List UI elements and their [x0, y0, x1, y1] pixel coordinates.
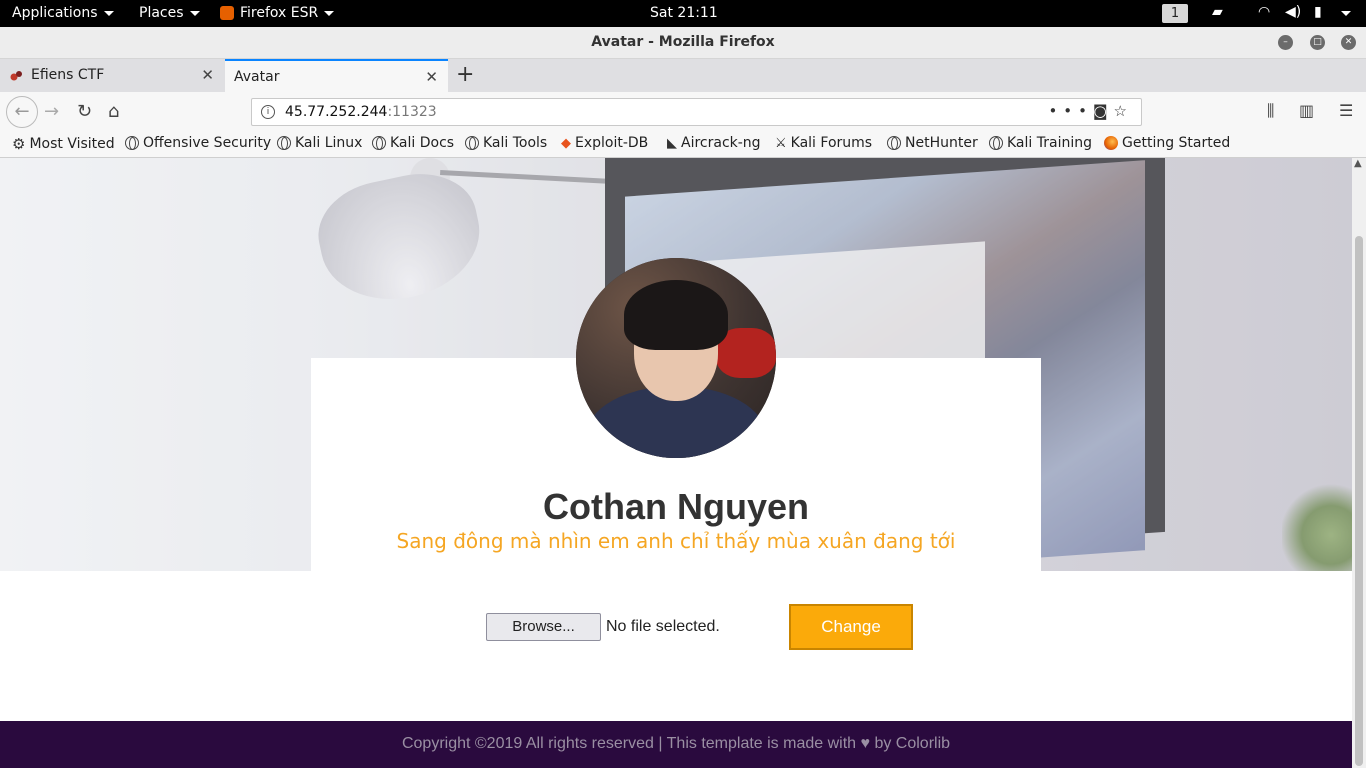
hamburger-menu-icon[interactable]: ☰ — [1339, 101, 1353, 120]
change-button[interactable]: Change — [789, 604, 913, 650]
forward-icon[interactable]: → — [44, 101, 59, 122]
chevron-down-icon — [103, 10, 114, 16]
close-icon[interactable]: ✕ — [201, 66, 214, 84]
bookmark-exploit-db[interactable]: ◆ Exploit-DB — [561, 135, 648, 151]
globe-icon — [465, 136, 479, 150]
info-icon[interactable]: i — [261, 105, 275, 119]
gnome-top-bar: Applications Places Firefox ESR Sat 21:1… — [0, 0, 1366, 27]
tab-avatar[interactable]: Avatar ✕ — [225, 59, 448, 92]
minimize-icon[interactable]: – — [1278, 35, 1293, 50]
globe-icon — [372, 136, 386, 150]
bookmark-getting-started[interactable]: Getting Started — [1104, 135, 1230, 151]
applications-menu[interactable]: Applications — [12, 5, 114, 21]
aircrack-icon: ◣ — [667, 135, 677, 151]
bookmark-label: Kali Tools — [483, 135, 548, 151]
bookmark-label: Kali Forums — [790, 135, 873, 151]
bookmark-offensive-security[interactable]: Offensive Security — [125, 135, 271, 151]
footer-copyright: Copyright ©2019 All rights reserved | Th… — [401, 735, 951, 752]
globe-icon — [277, 136, 291, 150]
scrollbar-thumb[interactable] — [1355, 236, 1363, 766]
bookmark-kali-linux[interactable]: Kali Linux — [277, 135, 362, 151]
bookmark-kali-training[interactable]: Kali Training — [989, 135, 1092, 151]
gear-icon: ⚙ — [12, 135, 26, 153]
bookmark-label: Aircrack-ng — [681, 135, 761, 151]
close-icon[interactable]: ✕ — [425, 68, 438, 86]
globe-icon — [887, 136, 901, 150]
bookmark-star-icon[interactable]: ☆ — [1114, 102, 1133, 120]
chevron-down-icon[interactable] — [1341, 11, 1351, 16]
tab-label: Avatar — [234, 69, 280, 85]
bookmark-label: Most Visited — [29, 136, 115, 152]
tab-label: Efiens CTF — [31, 67, 105, 83]
bookmark-label: NetHunter — [905, 135, 978, 151]
bookmark-kali-forums[interactable]: ⚔ Kali Forums — [775, 135, 872, 151]
url-host: 45.77.252.244 — [285, 104, 388, 120]
bookmark-kali-tools[interactable]: Kali Tools — [465, 135, 547, 151]
bookmark-label: Kali Training — [1007, 135, 1092, 151]
volume-icon[interactable]: ◀) — [1285, 4, 1301, 20]
bookmark-label: Getting Started — [1122, 135, 1231, 151]
kali-icon: ⚔ — [775, 135, 787, 151]
wifi-icon[interactable]: ◠ — [1258, 4, 1270, 20]
places-label: Places — [139, 5, 184, 21]
battery-icon[interactable]: ▮ — [1314, 4, 1322, 20]
clock[interactable]: Sat 21:11 — [650, 5, 718, 21]
bookmark-label: Offensive Security — [143, 135, 272, 151]
bookmark-most-visited[interactable]: ⚙ Most Visited — [12, 135, 115, 153]
firefox-icon — [220, 6, 234, 20]
back-icon[interactable]: ← — [6, 96, 38, 128]
page-scrollbar[interactable]: ▲ — [1352, 158, 1366, 768]
bookmark-kali-docs[interactable]: Kali Docs — [372, 135, 454, 151]
profile-tagline: Sang đông mà nhìn em anh chỉ thấy mùa xu… — [396, 529, 956, 553]
url-bar[interactable]: i 45.77.252.244:11323 •••◙☆ — [251, 98, 1142, 126]
library-icon[interactable]: ⫼ — [1267, 101, 1274, 121]
sidebar-icon[interactable]: ▥ — [1299, 101, 1314, 120]
globe-icon — [125, 136, 139, 150]
new-tab-icon[interactable]: + — [456, 62, 474, 87]
firefox-app-label: Firefox ESR — [240, 5, 319, 21]
bookmark-label: Kali Docs — [390, 135, 455, 151]
tab-efiens-ctf[interactable]: Efiens CTF ✕ — [0, 59, 224, 92]
maximize-icon[interactable]: □ — [1310, 35, 1325, 50]
tab-strip: Efiens CTF ✕ Avatar ✕ + — [0, 59, 1366, 92]
chevron-down-icon — [189, 10, 200, 16]
window-titlebar: Avatar - Mozilla Firefox – □ ✕ — [0, 27, 1366, 59]
reload-icon[interactable]: ↻ — [77, 101, 92, 122]
firefox-icon — [1104, 136, 1118, 150]
profile-name: Cothan Nguyen — [543, 486, 809, 527]
url-port: :11323 — [387, 104, 437, 120]
places-menu[interactable]: Places — [139, 5, 200, 21]
home-icon[interactable]: ⌂ — [108, 101, 119, 122]
firefox-app-menu[interactable]: Firefox ESR — [220, 5, 335, 21]
footer: Copyright ©2019 All rights reserved | Th… — [0, 721, 1352, 768]
exploitdb-icon: ◆ — [561, 135, 571, 151]
page-actions: •••◙☆ — [1048, 102, 1133, 120]
more-icon[interactable]: ••• — [1048, 102, 1093, 120]
window-title: Avatar - Mozilla Firefox — [591, 34, 775, 50]
pocket-icon[interactable]: ◙ — [1093, 102, 1114, 120]
applications-label: Applications — [12, 5, 98, 21]
bookmarks-bar: ⚙ Most Visited Offensive Security Kali Li… — [0, 132, 1366, 158]
video-icon[interactable]: ▰ — [1212, 4, 1223, 20]
url-text: 45.77.252.244:11323 — [285, 104, 437, 120]
globe-icon — [989, 136, 1003, 150]
page-content: Cothan Nguyen Sang đông mà nhìn em anh c… — [0, 158, 1352, 768]
bookmark-nethunter[interactable]: NetHunter — [887, 135, 978, 151]
bookmark-label: Exploit-DB — [575, 135, 649, 151]
bookmark-label: Kali Linux — [295, 135, 363, 151]
workspace-indicator[interactable]: 1 — [1162, 4, 1188, 23]
browse-button[interactable]: Browse... — [486, 613, 601, 641]
bookmark-aircrack-ng[interactable]: ◣ Aircrack-ng — [667, 135, 761, 151]
ctf-favicon-icon — [10, 71, 22, 81]
avatar — [576, 258, 776, 458]
chevron-down-icon — [324, 10, 335, 16]
close-icon[interactable]: ✕ — [1341, 35, 1356, 50]
navigation-bar: ← → ↻ ⌂ i 45.77.252.244:11323 •••◙☆ ⫼ ▥ … — [0, 92, 1366, 132]
avatar-hair — [624, 280, 728, 350]
file-status: No file selected. — [606, 618, 720, 635]
scroll-up-icon[interactable]: ▲ — [1354, 158, 1362, 169]
